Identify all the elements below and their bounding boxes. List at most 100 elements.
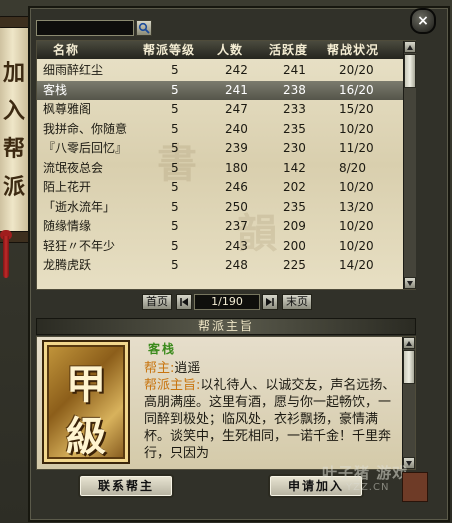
guild-description: 帮主:逍遥 帮派主旨:以礼待人、以诚交友，声名远扬、高朋满座。这里有酒，愿与你一…: [144, 360, 400, 462]
arrow-up-icon: [406, 341, 412, 346]
cell-members: 237: [225, 219, 248, 233]
guild-row[interactable]: 「逝水流年」 5 250 235 13/20: [37, 198, 403, 217]
search-icon: [138, 22, 150, 34]
join-guild-banner: 加入帮派: [0, 16, 32, 243]
cell-level: 5: [171, 82, 179, 97]
cell-war: 15/20: [339, 102, 374, 116]
cell-war: 10/20: [339, 121, 374, 136]
search-input[interactable]: [36, 20, 134, 36]
guild-rank-badge: 甲 級: [42, 340, 130, 464]
site-watermark: 叶子猪 游戏: [322, 464, 409, 482]
guild-row[interactable]: 随缘情缘 5 237 209 10/20: [37, 217, 403, 236]
guild-row[interactable]: 陌上花开 5 246 202 10/20: [37, 178, 403, 197]
cell-name: 「逝水流年」: [43, 199, 116, 214]
cell-members: 240: [225, 121, 248, 136]
scroll-down-button[interactable]: [404, 277, 416, 289]
cell-members: 248: [225, 258, 248, 272]
detail-scrollbar[interactable]: [402, 337, 415, 469]
detail-scroll-up-button[interactable]: [403, 337, 415, 349]
cell-name: 细雨醉红尘: [43, 63, 104, 77]
guild-row[interactable]: 龙腾虎跃 5 248 225 14/20: [37, 256, 403, 275]
guild-row[interactable]: 『八零后回忆』 5 239 230 11/20: [37, 139, 403, 158]
cell-activity: 202: [283, 180, 306, 194]
cell-activity: 233: [283, 102, 306, 116]
scroll-thumb[interactable]: [404, 54, 416, 88]
scroll-up-button[interactable]: [404, 41, 416, 53]
cell-activity: 142: [283, 160, 306, 175]
column-header-members[interactable]: 人数: [217, 41, 243, 59]
cell-members: 241: [225, 82, 248, 97]
guild-row[interactable]: 细雨醉红尘 5 242 241 20/20: [37, 61, 403, 80]
cell-name: 客栈: [43, 82, 68, 97]
cell-level: 5: [171, 141, 179, 155]
prev-page-button[interactable]: [176, 294, 192, 310]
cell-war: 14/20: [339, 258, 374, 272]
guild-row[interactable]: 流氓夜总会 5 180 142 8/20: [37, 159, 403, 178]
list-header: 名称 帮派等级 人数 活跃度 帮战状况: [37, 41, 403, 59]
cell-name: 我拼命、你随意: [43, 121, 128, 136]
contact-leader-button[interactable]: 联系帮主: [78, 474, 174, 498]
cell-name: 流氓夜总会: [43, 160, 104, 175]
cell-members: 246: [225, 180, 248, 194]
column-header-activity[interactable]: 活跃度: [269, 41, 308, 59]
cell-activity: 235: [283, 199, 306, 214]
cell-members: 180: [225, 160, 248, 175]
cell-members: 243: [225, 238, 248, 253]
cell-name: 龙腾虎跃: [43, 258, 92, 272]
prev-arrow-icon: [180, 298, 188, 306]
guild-row[interactable]: 客栈 5 241 238 16/20: [37, 80, 403, 100]
arrow-up-icon: [407, 45, 413, 50]
cell-activity: 238: [283, 82, 306, 97]
cell-activity: 230: [283, 141, 306, 155]
search-button[interactable]: [136, 20, 152, 36]
cell-level: 5: [171, 121, 179, 136]
leader-name: 逍遥: [174, 361, 201, 376]
red-tassel: [3, 236, 9, 278]
seal-stamp: [402, 472, 428, 502]
cell-war: 16/20: [339, 82, 374, 97]
cell-level: 5: [171, 199, 179, 214]
badge-rank-char-1: 甲: [66, 361, 106, 408]
cell-war: 10/20: [339, 238, 374, 253]
cell-war: 8/20: [339, 160, 366, 175]
guild-row[interactable]: 枫尊雅阁 5 247 233 15/20: [37, 100, 403, 119]
cell-activity: 235: [283, 121, 306, 136]
guild-row[interactable]: 我拼命、你随意 5 240 235 10/20: [37, 120, 403, 139]
cell-level: 5: [171, 102, 179, 116]
last-page-button[interactable]: 末页: [282, 294, 312, 310]
next-arrow-icon: [266, 298, 274, 306]
close-button[interactable]: ×: [410, 8, 436, 34]
cell-level: 5: [171, 258, 179, 272]
next-page-button[interactable]: [262, 294, 278, 310]
leader-label: 帮主:: [144, 361, 175, 376]
cell-name: 枫尊雅阁: [43, 102, 92, 116]
cell-members: 247: [225, 102, 248, 116]
cell-war: 20/20: [339, 63, 374, 77]
badge-rank-char-2: 級: [66, 413, 106, 460]
page-indicator: 1/190: [194, 294, 260, 310]
cell-name: 陌上花开: [43, 180, 92, 194]
cell-activity: 200: [283, 238, 306, 253]
purpose-label: 帮派主旨:: [144, 378, 201, 393]
cell-name: 『八零后回忆』: [43, 141, 128, 155]
cell-members: 250: [225, 199, 248, 214]
column-header-name[interactable]: 名称: [53, 41, 79, 59]
cell-level: 5: [171, 160, 179, 175]
first-page-button[interactable]: 首页: [142, 294, 172, 310]
cell-war: 13/20: [339, 199, 374, 214]
cell-activity: 225: [283, 258, 306, 272]
detail-scroll-thumb[interactable]: [403, 350, 415, 384]
column-header-level[interactable]: 帮派等级: [143, 41, 195, 59]
list-scrollbar[interactable]: [403, 41, 416, 289]
guild-row[interactable]: 轻狂〃不年少 5 243 200 10/20: [37, 237, 403, 256]
cell-war: 10/20: [339, 180, 374, 194]
site-watermark-url: YZZ.CN: [346, 482, 390, 493]
cell-war: 10/20: [339, 219, 374, 233]
arrow-down-icon: [407, 281, 413, 286]
cell-activity: 241: [283, 63, 306, 77]
section-title-purpose: 帮派主旨: [36, 318, 416, 335]
column-header-war[interactable]: 帮战状况: [327, 41, 379, 59]
selected-guild-name: 客栈: [148, 342, 177, 356]
cell-name: 随缘情缘: [43, 219, 92, 233]
banner-text: 加入帮派: [3, 60, 26, 200]
